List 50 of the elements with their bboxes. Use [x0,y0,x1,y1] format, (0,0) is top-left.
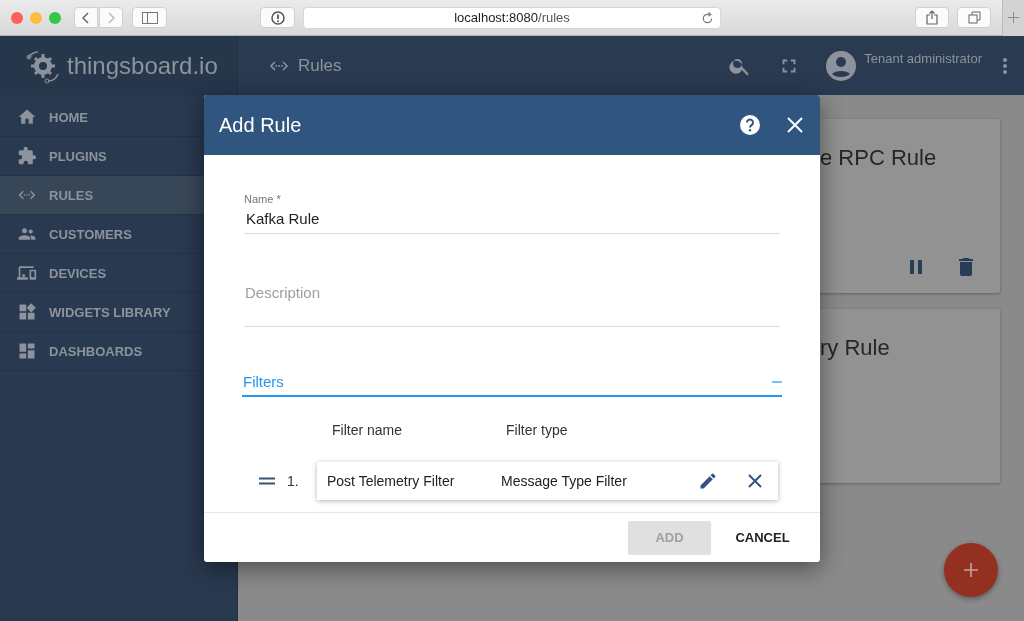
more-menu-icon[interactable] [1002,56,1008,75]
user-role: Tenant administrator [864,51,982,66]
filter-type: Message Type Filter [501,473,627,489]
chevron-left-icon [82,11,90,24]
add-button[interactable] [944,543,998,597]
avatar-icon[interactable] [826,50,857,81]
column-header: Filter type [506,422,568,438]
row-number: 1. [287,473,300,489]
info-button[interactable] [260,7,295,28]
home-icon [17,107,37,127]
tabs-button[interactable] [957,7,991,28]
rule-title: e RPC Rule [820,145,938,171]
dashboard-icon [17,341,37,361]
pencil-icon[interactable] [698,471,718,491]
url-host: localhost:8080 [454,10,538,25]
field-label: Name * [244,193,282,205]
widgets-icon [17,302,37,322]
puzzle-icon [17,146,37,166]
column-header: Filter name [332,422,404,438]
address-bar[interactable]: localhost:8080/rules [303,6,721,29]
sidebar-toggle-button[interactable] [132,7,167,28]
field-value: Kafka Rule [245,209,321,229]
new-tab-button[interactable] [1002,0,1024,36]
url-path: /rules [538,10,570,25]
close-window-button[interactable] [11,11,23,24]
dialog-button[interactable]: CANCEL [721,520,804,555]
reload-icon[interactable] [701,11,714,25]
tabs-icon [967,11,981,24]
section-label: Filters [243,373,284,390]
devices-icon [17,263,37,283]
plus-icon [964,563,978,577]
close-icon[interactable] [787,117,803,133]
description-field[interactable]: Description [244,284,780,327]
name-field[interactable]: Name * Kafka Rule [244,193,780,234]
app-logo-text: thingsboard.io [67,51,218,80]
rule-title: ry Rule [820,335,891,361]
filter-row[interactable]: Post Telemetry Filter Message Type Filter [317,462,778,500]
page-title: Rules [298,55,342,76]
share-button[interactable] [915,7,949,28]
filters-header[interactable]: Filters [242,373,782,397]
help-icon[interactable] [739,114,761,136]
chevron-right-icon [107,11,115,24]
remove-icon[interactable] [748,474,762,488]
filter-name: Post Telemetry Filter [327,473,456,489]
plus-icon [1008,12,1019,23]
sidebar-icon [141,11,158,24]
share-icon [926,10,938,25]
back-button[interactable] [74,7,98,28]
info-icon [270,10,285,25]
drag-handle-icon[interactable] [259,477,275,485]
